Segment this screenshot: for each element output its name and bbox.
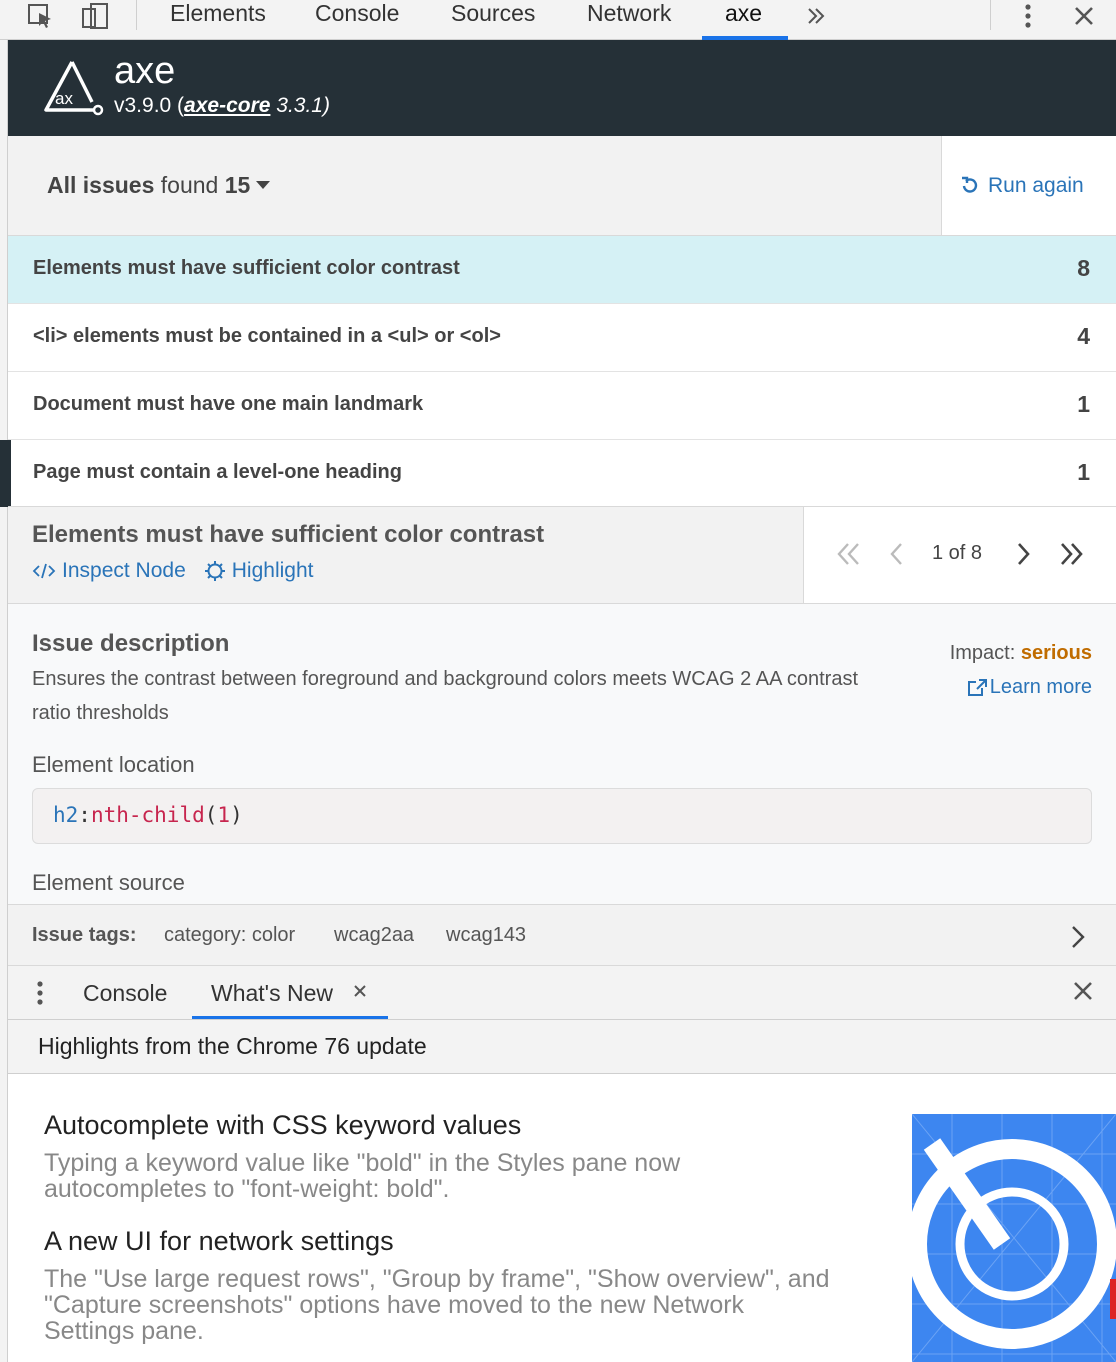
gear-icon — [204, 561, 225, 581]
vertical-dots-icon[interactable] — [1018, 2, 1038, 30]
previous-page-icon[interactable] — [888, 541, 906, 567]
selector-close: ) — [230, 803, 243, 827]
issues-summary-text[interactable]: All issues found 15 — [47, 172, 271, 199]
chrome-76-promo-image — [912, 1114, 1116, 1362]
impact-label: Impact: — [949, 642, 1021, 664]
issue-total-count: 15 — [224, 172, 251, 198]
issue-tag: category: color — [164, 924, 296, 946]
focus-marker — [0, 440, 11, 507]
issue-row[interactable]: Elements must have sufficient color cont… — [8, 236, 1116, 304]
chevron-right-icon[interactable] — [1070, 925, 1086, 949]
highlight-label: Highlight — [231, 559, 314, 582]
learn-more-link[interactable]: Learn more — [966, 676, 1092, 699]
inspect-element-icon[interactable] — [26, 2, 56, 30]
issue-label: Document must have one main landmark — [33, 393, 424, 415]
toolbar-separator — [990, 0, 991, 30]
caret-down-icon — [256, 180, 271, 189]
result-pager: 1 of 8 — [804, 506, 1116, 604]
issue-description-text: Ensures the contrast between foreground … — [32, 668, 859, 724]
impact-value: serious — [1020, 642, 1092, 664]
whats-new-item-title[interactable]: A new UI for network settings — [44, 1226, 394, 1257]
vertical-dots-icon[interactable] — [36, 980, 44, 1006]
next-page-icon[interactable] — [1014, 541, 1032, 567]
whats-new-item-title[interactable]: Autocomplete with CSS keyword values — [44, 1110, 521, 1141]
issue-detail-header: Elements must have sufficient color cont… — [8, 506, 804, 604]
tab-network[interactable]: Network — [587, 0, 671, 40]
first-page-icon[interactable] — [836, 541, 862, 567]
issue-tags-bar[interactable]: Issue tags: category: color wcag2aa wcag… — [8, 904, 1116, 966]
issue-detail-title: Elements must have sufficient color cont… — [32, 521, 545, 548]
element-location-selector: h2:nth-child(1) — [32, 788, 1092, 844]
drawer-tab-bar: Console What's New — [8, 966, 1116, 1020]
window-edge — [0, 40, 8, 1362]
tab-elements[interactable]: Elements — [170, 0, 266, 40]
toolbar-separator — [136, 0, 137, 30]
selector-pseudo: nth-child — [90, 803, 205, 827]
axe-header: ax axe v3.9.0 (axe-core 3.3.1) — [8, 40, 1116, 136]
issue-count: 4 — [1077, 323, 1090, 349]
version-prefix: v3.9.0 ( — [114, 94, 185, 117]
issue-label: <li> elements must be contained in a <ul… — [33, 325, 501, 347]
active-drawer-tab-indicator — [192, 1016, 388, 1019]
selector-colon: : — [78, 803, 91, 827]
close-icon[interactable] — [1070, 2, 1098, 30]
device-toolbar-icon[interactable] — [78, 2, 112, 30]
tab-sources[interactable]: Sources — [451, 0, 535, 40]
selector-tag: h2 — [53, 803, 79, 827]
inspect-node-button[interactable]: Inspect Node — [32, 559, 186, 583]
issue-description-heading: Issue description — [32, 630, 230, 657]
summary-label: All issues — [47, 172, 155, 198]
whats-new-heading: Highlights from the Chrome 76 update — [38, 1033, 427, 1059]
selector-open: ( — [204, 803, 218, 827]
issue-row[interactable]: Document must have one main landmark 1 — [8, 372, 1116, 440]
close-tab-icon[interactable] — [353, 984, 367, 998]
issue-tags-label: Issue tags: — [32, 924, 137, 946]
axe-logo-text: ax — [55, 89, 73, 108]
selector-arg: 1 — [217, 803, 231, 827]
code-icon — [32, 563, 56, 579]
element-source-label: Element source — [32, 870, 185, 895]
impact-indicator: Impact: serious — [950, 642, 1092, 665]
tab-axe[interactable]: axe — [725, 0, 762, 40]
learn-more-label: Learn more — [989, 676, 1092, 698]
refresh-icon — [962, 176, 978, 193]
issue-tag: wcag143 — [446, 924, 527, 946]
issue-description-panel: Issue description Ensures the contrast b… — [8, 604, 1116, 904]
summary-mid: found — [154, 172, 225, 198]
double-chevron-right-icon[interactable] — [804, 2, 828, 30]
issue-label: Page must contain a level-one heading — [33, 461, 402, 483]
issue-label: Elements must have sufficient color cont… — [33, 257, 460, 279]
issue-count: 1 — [1077, 391, 1090, 417]
element-location-label: Element location — [32, 752, 195, 777]
whats-new-header: Highlights from the Chrome 76 update — [8, 1020, 1116, 1074]
close-drawer-icon[interactable] — [1072, 980, 1094, 1002]
whats-new-item-text: The "Use large request rows", "Group by … — [44, 1265, 830, 1345]
core-version: 3.3.1) — [270, 94, 330, 117]
devtools-toolbar: Elements Console Sources Network axe — [0, 0, 1116, 40]
drawer-tab-console[interactable]: Console — [83, 980, 167, 1007]
external-link-icon — [967, 678, 987, 696]
axe-title: axe — [114, 50, 176, 92]
whats-new-item-text: Typing a keyword value like "bold" in th… — [44, 1149, 681, 1203]
inspect-node-label: Inspect Node — [62, 559, 186, 582]
issue-row[interactable]: Page must contain a level-one heading 1 — [0, 440, 1116, 508]
highlight-button[interactable]: Highlight — [204, 559, 314, 583]
issues-summary[interactable]: All issues found 15 — [8, 136, 942, 236]
tab-console[interactable]: Console — [315, 0, 399, 40]
run-again-label: Run again — [988, 174, 1084, 197]
axe-core-link[interactable]: axe-core — [184, 94, 270, 117]
issue-tag: wcag2aa — [334, 924, 415, 946]
issue-count: 8 — [1077, 255, 1090, 281]
axe-version: v3.9.0 (axe-core 3.3.1) — [114, 94, 330, 118]
last-page-icon[interactable] — [1058, 541, 1084, 567]
axe-logo-icon: ax — [44, 61, 104, 116]
issue-row[interactable]: <li> elements must be contained in a <ul… — [8, 304, 1116, 372]
pager-position: 1 of 8 — [932, 542, 983, 564]
issue-count: 1 — [1077, 459, 1090, 485]
run-again-button[interactable]: Run again — [942, 136, 1116, 236]
drawer-tab-whats-new[interactable]: What's New — [211, 980, 333, 1007]
